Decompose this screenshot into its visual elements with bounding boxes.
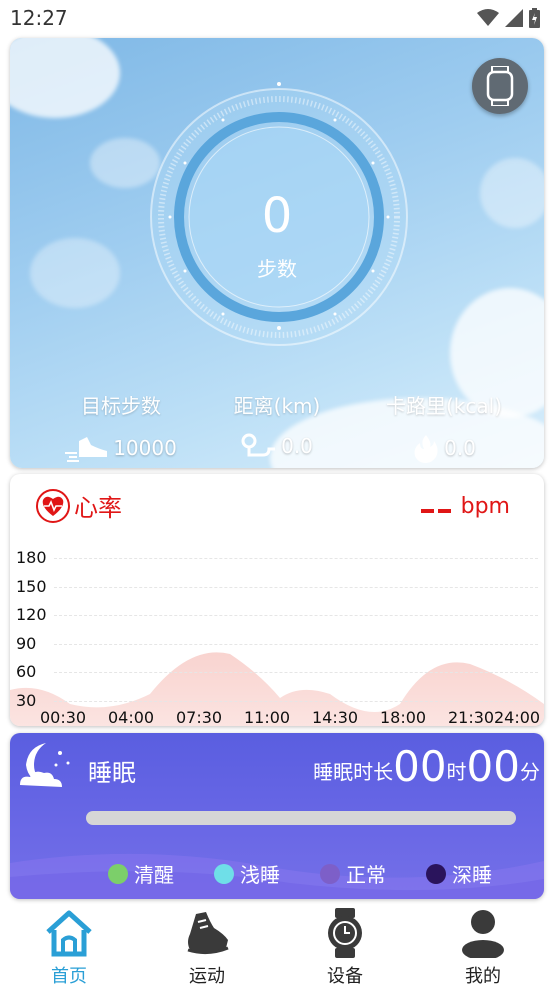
y-tick-label: 60 [16, 662, 37, 681]
sleep-hours: 00 [393, 742, 447, 791]
wifi-icon [477, 9, 499, 26]
distance-value: 0.0 [281, 434, 313, 458]
nav-home-label: 首页 [51, 966, 87, 987]
status-time: 12:27 [10, 6, 68, 30]
y-tick-label: 150 [16, 576, 47, 596]
legend-dot [426, 863, 446, 884]
y-tick-label: 90 [16, 633, 37, 653]
distance-stat[interactable]: 距离(km) 0.0 [188, 390, 366, 459]
x-tick-label: 24:00 [494, 708, 541, 726]
watch-icon [486, 66, 514, 106]
sleep-duration: 睡眠时长 00 时 00 分 [313, 743, 540, 791]
steps-count: 0 [261, 188, 293, 244]
nav-device-label: 设备 [327, 966, 363, 987]
shoe-icon [65, 437, 108, 462]
grid-line [54, 672, 538, 673]
legend-normal: 正常 [320, 859, 386, 888]
nav-sport-label: 运动 [189, 966, 225, 987]
home-icon [46, 910, 92, 957]
goal-steps-label: 目标步数 [81, 394, 161, 418]
calorie-label: 卡路里(kcal) [386, 394, 502, 418]
status-bar: 12:27 [0, 0, 552, 36]
sleep-minutes: 00 [466, 742, 520, 791]
heart-rate-icon [36, 488, 70, 523]
sleep-minutes-unit: 分 [520, 760, 540, 784]
legend-dot [108, 863, 128, 884]
battery-icon [529, 8, 540, 28]
route-icon [241, 433, 276, 457]
calorie-value: 0.0 [444, 436, 476, 460]
goal-steps-stat[interactable]: 目标步数 10000 [32, 390, 210, 463]
sleep-title: 睡眠 [88, 759, 136, 787]
nav-device[interactable]: 设备 [276, 904, 414, 987]
heart-rate-title: 心率 [74, 494, 122, 522]
flame-icon [414, 435, 438, 463]
legend-dot [214, 863, 234, 884]
nav-mine[interactable]: 我的 [414, 904, 552, 987]
steps-label: 步数 [257, 257, 297, 281]
heart-rate-dashes [420, 494, 455, 519]
x-tick-label: 00:30 [40, 708, 87, 726]
bpm-unit: bpm [460, 494, 510, 519]
grid-line [54, 615, 538, 616]
legend-dot [320, 863, 340, 884]
sleep-duration-label: 睡眠时长 [313, 760, 394, 784]
sleep-card[interactable]: 睡眠 睡眠时长 00 时 00 分 清醒 浅睡 正常 深睡 [10, 733, 544, 899]
x-tick-label: 11:00 [244, 708, 291, 726]
moon-cloud-icon [20, 743, 70, 787]
grid-line [54, 643, 538, 645]
sleep-hours-unit: 时 [446, 760, 467, 784]
x-tick-label: 18:00 [380, 708, 427, 726]
grid-line [54, 586, 538, 588]
x-tick-label: 04:00 [108, 708, 155, 726]
grid-line [54, 558, 538, 559]
y-tick-label: 120 [16, 605, 47, 624]
grid-line [54, 700, 538, 702]
legend-deep-sleep: 深睡 [426, 859, 492, 888]
goal-steps-value: 10000 [113, 436, 177, 460]
nav-home[interactable]: 首页 [0, 904, 138, 987]
device-watch-button[interactable] [472, 58, 528, 114]
x-tick-label: 21:30 [448, 708, 495, 726]
legend-light-sleep: 浅睡 [214, 859, 280, 888]
bottom-navigation: 首页 运动 设备 我的 [0, 904, 552, 987]
sleep-progress-bar [86, 811, 516, 825]
nav-mine-label: 我的 [465, 966, 501, 987]
legend-awake: 清醒 [108, 859, 174, 888]
calorie-stat[interactable]: 卡路里(kcal) 0.0 [355, 390, 533, 463]
watch-icon [328, 908, 362, 958]
steps-card[interactable]: 0 步数 目标步数 10000 距离(km) 0.0 卡路里(kcal) 0.0 [10, 38, 544, 468]
person-icon [462, 910, 504, 958]
running-shoe-icon [187, 912, 229, 955]
nav-sport[interactable]: 运动 [138, 904, 276, 987]
x-tick-label: 14:30 [312, 708, 359, 726]
distance-label: 距离(km) [233, 394, 321, 418]
signal-icon [505, 9, 523, 27]
y-tick-label: 180 [16, 548, 47, 567]
heart-rate-card[interactable]: 心率 -- bpm 18015012090603000:3004:0007:30… [10, 474, 544, 726]
x-tick-label: 07:30 [176, 708, 223, 726]
y-tick-label: 30 [16, 690, 37, 710]
